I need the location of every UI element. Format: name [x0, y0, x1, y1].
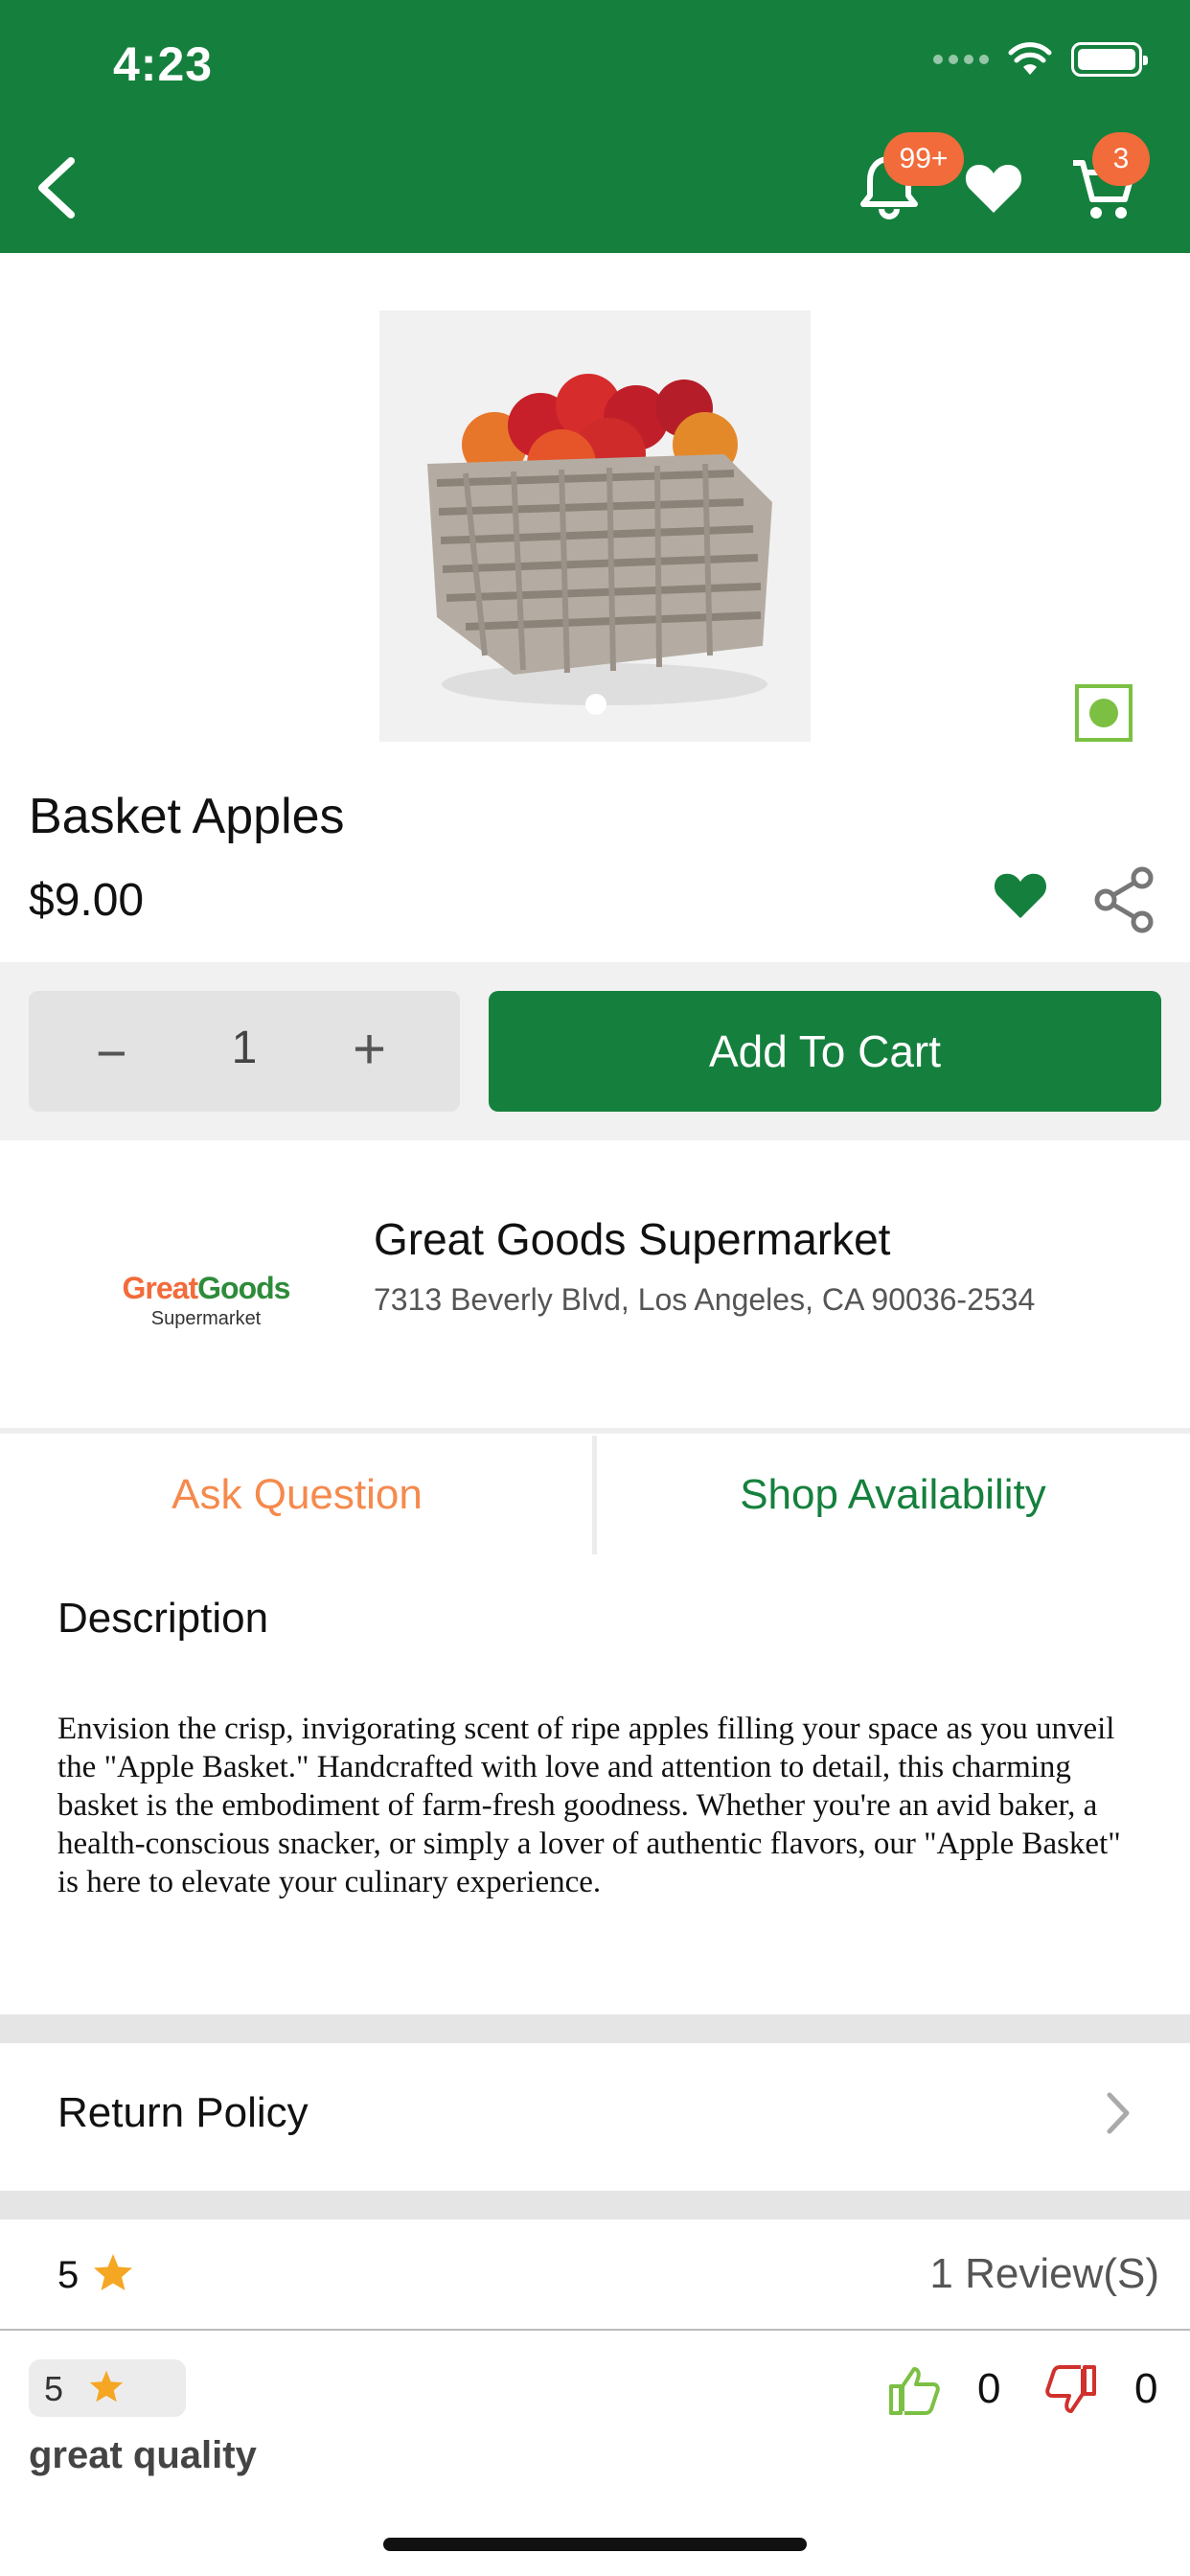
- likes-count: 0: [977, 2365, 1001, 2412]
- add-to-cart-button[interactable]: Add To Cart: [489, 991, 1161, 1112]
- signal-icon: [933, 55, 989, 64]
- notification-badge: 99+: [883, 132, 964, 186]
- decrease-quantity-button[interactable]: −: [96, 1022, 127, 1084]
- chevron-right-icon: [1107, 2092, 1130, 2134]
- return-policy-row[interactable]: Return Policy: [0, 2043, 1190, 2191]
- star-icon: [89, 2370, 124, 2403]
- apple-basket-image: [427, 374, 772, 705]
- thumbs-down-icon[interactable]: [1044, 2363, 1098, 2417]
- heart-icon: [994, 873, 1047, 919]
- favorite-button[interactable]: [993, 870, 1048, 925]
- app-header: 4:23 99+ 3: [0, 0, 1190, 253]
- store-logo[interactable]: GreatGoods Supermarket: [105, 1236, 307, 1332]
- quantity-value: 1: [231, 1023, 258, 1073]
- store-address: 7313 Beverly Blvd, Los Angeles, CA 90036…: [374, 1282, 1036, 1317]
- status-indicators: [933, 42, 1148, 77]
- store-logo-wordmark: GreatGoods: [122, 1271, 291, 1305]
- share-button[interactable]: [1092, 866, 1156, 938]
- product-title: Basket Apples: [29, 789, 345, 844]
- status-time: 4:23: [113, 37, 214, 91]
- store-logo-subtitle: Supermarket: [150, 1308, 262, 1329]
- wishlist-button[interactable]: [964, 161, 1023, 219]
- veg-icon: [1075, 684, 1133, 742]
- product-image[interactable]: [379, 310, 811, 742]
- back-button[interactable]: [29, 153, 86, 222]
- cart-count-badge: 3: [1092, 132, 1150, 186]
- section-separator: [0, 2191, 1190, 2220]
- home-indicator[interactable]: [383, 2538, 807, 2551]
- review-rating-chip: 5: [29, 2359, 186, 2417]
- star-icon: [94, 2254, 132, 2290]
- section-separator: [0, 2014, 1190, 2043]
- average-rating: 5: [57, 2254, 80, 2296]
- thumbs-up-icon[interactable]: [887, 2363, 941, 2417]
- ask-question-button[interactable]: Ask Question: [0, 1436, 594, 1554]
- section-divider: [0, 1428, 1190, 1434]
- return-policy-label: Return Policy: [57, 2089, 309, 2136]
- description-text: Envision the crisp, invigorating scent o…: [57, 1712, 1121, 1899]
- dislikes-count: 0: [1134, 2365, 1158, 2412]
- shop-availability-button[interactable]: Shop Availability: [596, 1436, 1190, 1554]
- product-price: $9.00: [29, 875, 145, 926]
- review-rating: 5: [44, 2369, 64, 2408]
- rating-summary[interactable]: 5 1 Review(S): [0, 2220, 1190, 2331]
- increase-quantity-button[interactable]: +: [353, 1016, 386, 1082]
- review-text: great quality: [29, 2434, 257, 2476]
- heart-icon: [965, 165, 1022, 213]
- add-to-cart-bar: 1 − + Add To Cart: [0, 962, 1190, 1140]
- store-name[interactable]: Great Goods Supermarket: [374, 1213, 890, 1265]
- review-count[interactable]: 1 Review(S): [929, 2250, 1159, 2298]
- wifi-icon: [1008, 42, 1052, 75]
- description-heading: Description: [57, 1595, 269, 1642]
- share-icon: [1094, 866, 1154, 933]
- battery-icon: [1071, 42, 1148, 77]
- image-page-indicator[interactable]: [585, 694, 606, 715]
- quantity-stepper: 1 − +: [29, 991, 460, 1112]
